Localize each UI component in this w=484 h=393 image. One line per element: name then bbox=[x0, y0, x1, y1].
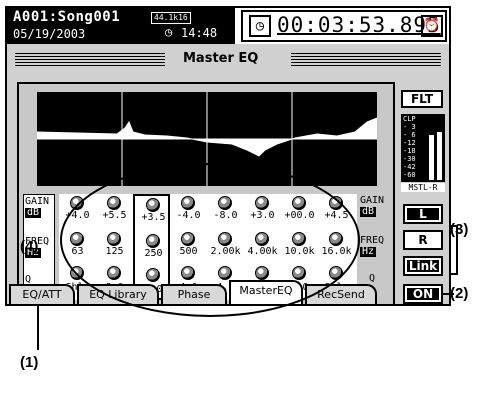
level-meter: CLP - 3 - 6 -12 -18 -30 -42 -60 bbox=[401, 114, 445, 182]
timer-icon[interactable]: ◷ bbox=[249, 15, 271, 37]
gain-label: GAIN bbox=[360, 195, 385, 206]
meter-scale-0: CLP bbox=[403, 115, 416, 123]
song-info[interactable]: A001:Song001 44.1k16 05/19/2003 ◷ 14:48 bbox=[7, 8, 235, 44]
callout-1: (1) bbox=[20, 354, 39, 371]
sample-rate-badge: 44.1k16 bbox=[151, 12, 191, 24]
link-button[interactable]: Link bbox=[403, 256, 443, 276]
song-name: A001:Song001 bbox=[13, 9, 121, 25]
callout-3-tick-bottom bbox=[450, 273, 458, 275]
timecode: 00:03:53.895 bbox=[277, 13, 441, 37]
meter-scale-5: -30 bbox=[403, 155, 416, 163]
freq-unit: Hz bbox=[360, 246, 377, 257]
meter-bar-right bbox=[437, 132, 442, 180]
meter-scale-6: -42 bbox=[403, 163, 416, 171]
title-stripe-left bbox=[15, 53, 165, 67]
title-stripe-right bbox=[291, 53, 441, 67]
page-title: Master EQ bbox=[183, 51, 259, 66]
callout-3: (3) bbox=[450, 221, 469, 238]
meter-scale-4: -18 bbox=[403, 147, 416, 155]
callout-2: (2) bbox=[450, 285, 469, 302]
meter-scale-7: -60 bbox=[403, 171, 416, 179]
meter-bar-left bbox=[429, 135, 434, 180]
freq-label: FREQ bbox=[360, 235, 385, 246]
gain-unit: dB bbox=[360, 206, 377, 217]
status-bar: A001:Song001 44.1k16 05/19/2003 ◷ 14:48 … bbox=[7, 8, 449, 44]
title-bar: Master EQ bbox=[7, 48, 449, 72]
callout-ellipse bbox=[60, 163, 360, 317]
meter-scale-3: -12 bbox=[403, 139, 416, 147]
callout-1-line bbox=[37, 306, 39, 350]
alarm-icon[interactable]: ⏰ bbox=[421, 15, 443, 37]
song-date: 05/19/2003 bbox=[13, 27, 86, 41]
right-button[interactable]: R bbox=[403, 230, 443, 250]
clock-icon: ◷ bbox=[165, 25, 173, 39]
meter-label: MSTL-R bbox=[401, 183, 445, 192]
gain-label: GAIN bbox=[25, 196, 50, 207]
time-display[interactable]: ◷ 00:03:53.895 ⏰ bbox=[241, 10, 447, 42]
filter-button[interactable]: FLT bbox=[401, 90, 443, 108]
tab-eq-att[interactable]: EQ/ATT bbox=[9, 284, 75, 304]
left-button[interactable]: L bbox=[403, 204, 443, 224]
gain-unit: dB bbox=[25, 207, 42, 218]
clock-time: 14:48 bbox=[181, 26, 218, 40]
meter-scale-1: - 3 bbox=[403, 123, 416, 131]
meter-scale-2: - 6 bbox=[403, 131, 416, 139]
callout-4: (4) bbox=[20, 238, 39, 255]
